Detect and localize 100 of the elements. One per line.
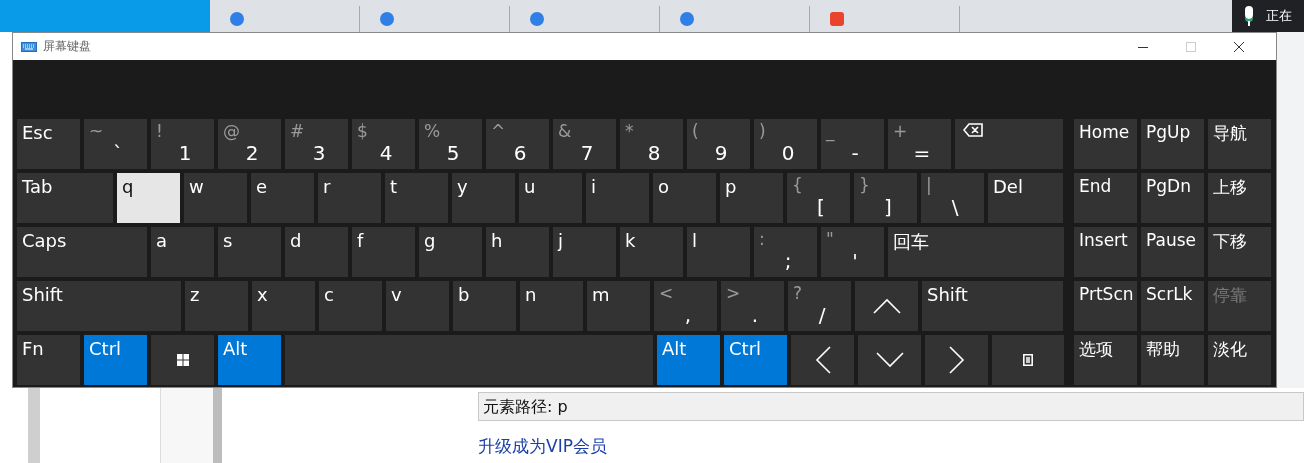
- shift-symbol: _: [826, 121, 835, 141]
- keyboard-key[interactable]: [858, 335, 921, 385]
- shift-symbol: :: [759, 229, 765, 249]
- keyboard-key[interactable]: @ 2: [218, 119, 281, 169]
- keyboard-key[interactable]: ScrLk: [1141, 281, 1204, 331]
- keyboard-key[interactable]: < ,: [654, 281, 717, 331]
- keyboard-key[interactable]: : ;: [754, 227, 817, 277]
- keyboard-key[interactable]: " ': [821, 227, 884, 277]
- keyboard-key[interactable]: [925, 335, 988, 385]
- keyboard-key[interactable]: Ctrl: [724, 335, 787, 385]
- shift-symbol: ): [759, 121, 766, 141]
- keyboard-key[interactable]: z: [185, 281, 248, 331]
- keyboard-key[interactable]: Fn: [17, 335, 80, 385]
- keyboard-key[interactable]: s: [218, 227, 281, 277]
- keyboard-key[interactable]: Alt: [218, 335, 281, 385]
- keyboard-key[interactable]: * 8: [620, 119, 683, 169]
- keyboard-key[interactable]: Tab: [17, 173, 113, 223]
- shift-symbol: ~: [89, 121, 104, 141]
- close-icon[interactable]: [1234, 41, 1244, 52]
- key-label: ,: [684, 303, 692, 327]
- keyboard-key[interactable]: > .: [721, 281, 784, 331]
- keyboard-key[interactable]: ! 1: [151, 119, 214, 169]
- keyboard-key[interactable]: k: [620, 227, 683, 277]
- keyboard-key[interactable]: & 7: [553, 119, 616, 169]
- keyboard-key[interactable]: h: [486, 227, 549, 277]
- shift-symbol: }: [859, 175, 870, 195]
- keyboard-key[interactable]: { [: [787, 173, 850, 223]
- keyboard-key[interactable]: ^ 6: [486, 119, 549, 169]
- keyboard-key[interactable]: Caps: [17, 227, 147, 277]
- chevron-down-icon: [875, 352, 904, 368]
- keyboard-key[interactable]: ( 9: [687, 119, 750, 169]
- keyboard-key[interactable]: Shift: [922, 281, 1063, 331]
- keyboard-key[interactable]: d: [285, 227, 348, 277]
- key-label: [: [817, 195, 825, 219]
- keyboard-key[interactable]: ~ `: [84, 119, 147, 169]
- keyboard-key[interactable]: 选项: [1074, 335, 1137, 385]
- keyboard-key[interactable]: 导航: [1208, 119, 1271, 169]
- keyboard-key[interactable]: Del: [988, 173, 1063, 223]
- keyboard-key[interactable]: _ -: [821, 119, 884, 169]
- keyboard-key[interactable]: 下移: [1208, 227, 1271, 277]
- keyboard-key[interactable]: End: [1074, 173, 1137, 223]
- keyboard-key[interactable]: [151, 335, 214, 385]
- keyboard-key[interactable]: j: [553, 227, 616, 277]
- keyboard-key[interactable]: + =: [888, 119, 951, 169]
- microphone-icon[interactable]: [1242, 6, 1256, 26]
- keyboard-key[interactable]: y: [452, 173, 515, 223]
- keyboard-key[interactable]: PgDn: [1141, 173, 1204, 223]
- keyboard-key[interactable]: m: [587, 281, 650, 331]
- keyboard-key[interactable]: [791, 335, 854, 385]
- keyboard-key[interactable]: ? /: [788, 281, 851, 331]
- shift-symbol: <: [659, 283, 674, 303]
- shift-symbol: @: [223, 121, 240, 141]
- keyboard-key[interactable]: e: [251, 173, 314, 223]
- keyboard-key[interactable]: u: [519, 173, 582, 223]
- keyboard-key[interactable]: 帮助: [1141, 335, 1204, 385]
- keyboard-key[interactable]: g: [419, 227, 482, 277]
- keyboard-key[interactable]: 上移: [1208, 173, 1271, 223]
- keyboard-key[interactable]: 回车: [888, 227, 1064, 277]
- keyboard-key[interactable]: x: [252, 281, 315, 331]
- keyboard-key[interactable]: [992, 335, 1064, 385]
- keyboard-key[interactable]: Esc: [17, 119, 80, 169]
- keyboard-key[interactable]: b: [453, 281, 516, 331]
- keyboard-key[interactable]: PgUp: [1141, 119, 1204, 169]
- keyboard-key[interactable]: i: [586, 173, 649, 223]
- key-label: /: [818, 303, 826, 327]
- keyboard-key[interactable]: Alt: [657, 335, 720, 385]
- keyboard-key[interactable]: w: [184, 173, 247, 223]
- keyboard-key[interactable]: [955, 119, 1063, 169]
- keyboard-key[interactable]: Pause: [1141, 227, 1204, 277]
- keyboard-key[interactable]: n: [520, 281, 583, 331]
- keyboard-key[interactable]: 淡化: [1208, 335, 1271, 385]
- keyboard-key[interactable]: [855, 281, 918, 331]
- shift-symbol: *: [625, 121, 634, 141]
- keyboard-key[interactable]: % 5: [419, 119, 482, 169]
- keyboard-key[interactable]: $ 4: [352, 119, 415, 169]
- keyboard-key[interactable]: Ctrl: [84, 335, 147, 385]
- keyboard-key[interactable]: l: [687, 227, 750, 277]
- keyboard-key[interactable]: q: [117, 173, 180, 223]
- keyboard-key[interactable]: t: [385, 173, 448, 223]
- globe-icon: [230, 12, 244, 26]
- keyboard-key[interactable]: Home: [1074, 119, 1137, 169]
- keyboard-key[interactable]: } ]: [854, 173, 917, 223]
- keyboard-key[interactable]: f: [352, 227, 415, 277]
- keyboard-key[interactable]: c: [319, 281, 382, 331]
- upgrade-link[interactable]: 升级成为VIP会员: [478, 436, 607, 456]
- keyboard-key[interactable]: o: [653, 173, 716, 223]
- keyboard-key[interactable]: Insert: [1074, 227, 1137, 277]
- keyboard-key[interactable]: Shift: [17, 281, 181, 331]
- keyboard-key[interactable]: | \: [921, 173, 984, 223]
- keyboard-key[interactable]: p: [720, 173, 783, 223]
- keyboard-key[interactable]: PrtScn: [1074, 281, 1137, 331]
- chevron-left-icon: [814, 346, 831, 374]
- keyboard-key[interactable]: ) 0: [754, 119, 817, 169]
- keyboard-key[interactable]: a: [151, 227, 214, 277]
- keyboard-key[interactable]: v: [386, 281, 449, 331]
- keyboard-key[interactable]: # 3: [285, 119, 348, 169]
- keyboard-key[interactable]: r: [318, 173, 381, 223]
- key-label: 3: [312, 141, 326, 165]
- shift-symbol: ": [826, 229, 834, 249]
- element-path-bar: 元素路径: p: [478, 392, 1304, 421]
